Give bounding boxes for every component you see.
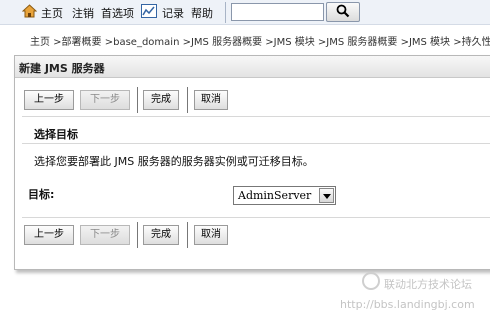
finish-button-bottom[interactable]: 完成 [143,225,179,245]
target-selected-value: AdminServer [238,189,312,202]
button-divider [137,87,138,113]
section-title: 选择目标 [34,128,78,141]
toolbar-divider [225,2,226,23]
section-divider [22,116,490,117]
section-divider [22,143,490,144]
next-button-bottom[interactable]: 下一步 [80,225,130,245]
target-label: 目标: [28,188,55,201]
button-divider [187,87,188,113]
record-icon[interactable] [141,4,157,18]
instructions-text: 选择您要部署此 JMS 服务器的服务器实例或可迁移目标。 [34,155,314,168]
back-button-bottom[interactable]: 上一步 [24,225,74,245]
cancel-button[interactable]: 取消 [194,90,228,110]
next-button[interactable]: 下一步 [80,90,130,110]
watermark-text: 联动北方技术论坛 [384,278,472,291]
section-divider [22,217,490,218]
watermark-url: http://bbs.landingbj.com [340,298,475,311]
search-button[interactable] [326,2,360,22]
search-icon [336,4,350,18]
home-link[interactable]: 主页 [41,5,63,21]
search-input[interactable] [231,3,324,21]
cancel-button-bottom[interactable]: 取消 [194,225,228,245]
top-toolbar: 主页 注销 首选项 记录 帮助 [0,0,490,25]
help-link[interactable]: 帮助 [191,5,213,21]
record-link[interactable]: 记录 [162,5,184,21]
breadcrumb[interactable]: 主页 >部署概要 >base_domain >JMS 服务器概要 >JMS 模块… [30,33,490,48]
back-button[interactable]: 上一步 [24,90,74,110]
home-icon[interactable] [22,4,37,18]
target-select[interactable]: AdminServer [233,186,336,205]
chevron-down-icon[interactable] [319,188,334,203]
button-divider [137,222,138,248]
panel-header: 新建 JMS 服务器 [15,56,490,78]
button-divider [187,222,188,248]
preferences-link[interactable]: 首选项 [101,5,134,21]
logout-link[interactable]: 注销 [72,5,94,21]
panel-title: 新建 JMS 服务器 [19,62,105,75]
watermark-logo-icon [362,272,380,290]
finish-button[interactable]: 完成 [143,90,179,110]
